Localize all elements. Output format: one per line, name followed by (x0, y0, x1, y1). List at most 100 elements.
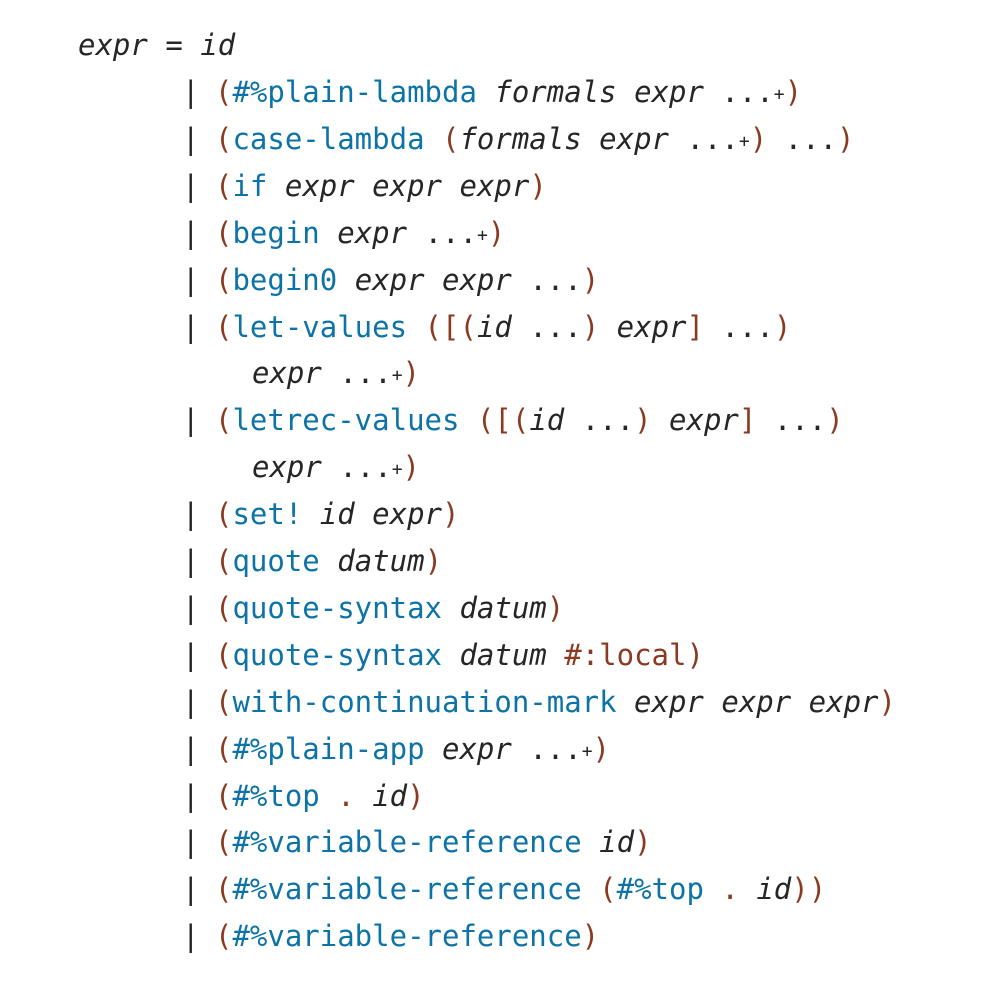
ellipsis: ... (784, 121, 838, 156)
production-line: (#%variable-reference) (215, 913, 599, 959)
delimiter: ( (215, 168, 233, 203)
delimiter: ( (215, 403, 233, 438)
delimiter: ) (581, 262, 600, 297)
production-line: (#%variable-reference (#%top . id)) (215, 866, 826, 912)
equals-sign: = (165, 28, 183, 62)
production-continuation: expr ...+) (252, 350, 420, 396)
grammar-head: expr = id (78, 22, 235, 68)
expr-grammar: expr = id | (#%plain-lambda formals expr … (0, 0, 998, 984)
production-id: id (200, 28, 236, 62)
delimiter: ) (686, 637, 704, 672)
delimiter: ( (215, 872, 233, 907)
metavariable: expr (284, 168, 355, 203)
delimiter: ( (215, 731, 233, 766)
delimiter: ) (634, 825, 652, 860)
plus-mark: + (391, 365, 403, 387)
delimiter: ( (442, 121, 460, 156)
production-line: (#%plain-app expr ...+) (215, 726, 610, 772)
ellipsis: ... (529, 731, 582, 766)
metavariable: id (529, 403, 565, 438)
delimiter: ) (424, 544, 443, 578)
delimiter: ([( (476, 403, 530, 438)
delimiter: ( (215, 825, 233, 860)
delimiter: ) (749, 121, 768, 156)
production-line: (#%variable-reference id) (215, 819, 652, 865)
ellipsis: ... (581, 403, 635, 438)
production-line: (quote datum) (215, 538, 442, 584)
production-line: (if expr expr expr) (215, 163, 547, 209)
metavariable: id (372, 778, 408, 813)
production-line: (#%top . id) (215, 773, 425, 819)
metavariable: datum (459, 637, 547, 672)
alternative-bar: | (182, 497, 200, 532)
plus-mark: + (773, 84, 785, 105)
nonterminal-expr: expr (78, 28, 148, 62)
ellipsis: ... (339, 450, 392, 485)
metavariable: expr (337, 215, 408, 250)
metavariable: id (319, 497, 355, 532)
ellipsis: ... (529, 262, 582, 297)
keyword: #%variable-reference (232, 825, 582, 860)
ellipsis: ... (773, 403, 827, 438)
delimiter: ( (215, 637, 233, 672)
metavariable: datum (337, 544, 425, 578)
delimiter: ) (402, 356, 421, 391)
alternative-bar: | (182, 309, 200, 344)
ellipsis: ... (339, 356, 392, 391)
production-line: (quote-syntax datum) (215, 585, 564, 631)
delimiter: ([( (424, 309, 477, 344)
metavariable: expr (669, 403, 739, 438)
delimiter: ( (215, 215, 233, 250)
metavariable: expr (372, 168, 443, 203)
delimiter: ( (215, 309, 233, 344)
metavariable: expr (354, 262, 425, 297)
keyword: if (232, 168, 268, 203)
metavariable: expr (252, 450, 322, 485)
delimiter: #:local (564, 637, 687, 672)
delimiter: ) (581, 919, 600, 954)
alternative-bar: | (182, 168, 200, 203)
plus-mark: + (391, 459, 403, 481)
metavariable: expr (459, 168, 530, 203)
delimiter: ) (581, 309, 600, 344)
alternative-bar: | (182, 590, 200, 625)
keyword: quote-syntax (232, 637, 442, 672)
delimiter: ) (784, 75, 803, 109)
delimiter: ( (215, 544, 233, 578)
delimiter: ) (487, 215, 506, 250)
alternative-bar: | (182, 919, 200, 954)
plus-mark: + (738, 130, 750, 152)
delimiter: ) (826, 403, 844, 438)
metavariable: id (476, 309, 512, 344)
production-line: (begin expr ...+) (215, 210, 505, 256)
delimiter: ( (215, 262, 233, 297)
keyword: letrec-values (232, 403, 460, 438)
keyword: begin (232, 215, 320, 250)
delimiter: ( (215, 778, 233, 813)
